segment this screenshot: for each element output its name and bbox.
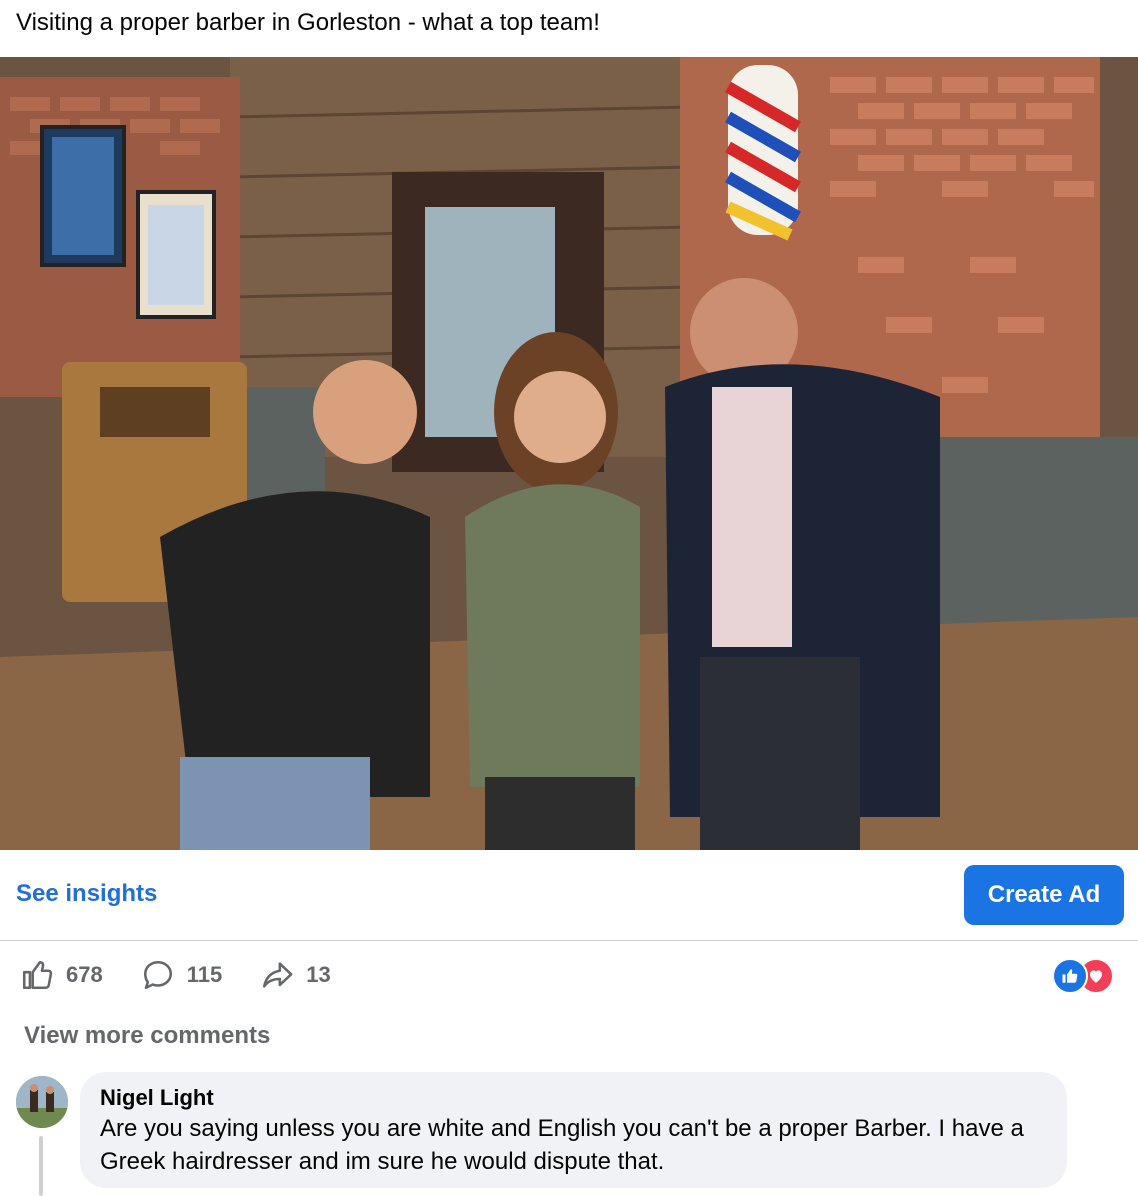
share-stat[interactable]: 13 [260, 958, 331, 992]
facebook-post: Visiting a proper barber in Gorleston - … [0, 0, 1138, 1196]
barber-shop-photo [0, 57, 1138, 850]
share-arrow-icon [263, 962, 293, 988]
view-more-comments-link[interactable]: View more comments [24, 1022, 270, 1050]
create-ad-button[interactable]: Create Ad [964, 865, 1124, 925]
see-insights-link[interactable]: See insights [16, 880, 157, 908]
thumbs-up-icon [22, 960, 53, 990]
like-count: 678 [66, 962, 103, 987]
comment-text: Are you saying unless you are white and … [100, 1115, 1024, 1175]
insights-bar: See insights Create Ad [0, 850, 1138, 941]
like-stat[interactable]: 678 [20, 958, 103, 992]
comment-author-name[interactable]: Nigel Light [100, 1084, 1047, 1112]
thread-connector-line [39, 1136, 43, 1196]
engagement-stats: 678 115 13 [20, 955, 369, 995]
reaction-summary[interactable] [1052, 958, 1114, 994]
post-photo[interactable] [0, 57, 1138, 850]
like-reaction-icon [1052, 958, 1088, 994]
comment-stat[interactable]: 115 [141, 958, 223, 992]
comment-bubble-icon [143, 960, 172, 990]
post-caption: Visiting a proper barber in Gorleston - … [16, 9, 600, 36]
commenter-avatar-image [16, 1076, 68, 1128]
comment-count: 115 [186, 962, 223, 987]
share-count: 13 [306, 962, 331, 987]
avatar[interactable] [16, 1076, 68, 1128]
comment-bubble: Nigel Light Are you saying unless you ar… [80, 1072, 1067, 1188]
